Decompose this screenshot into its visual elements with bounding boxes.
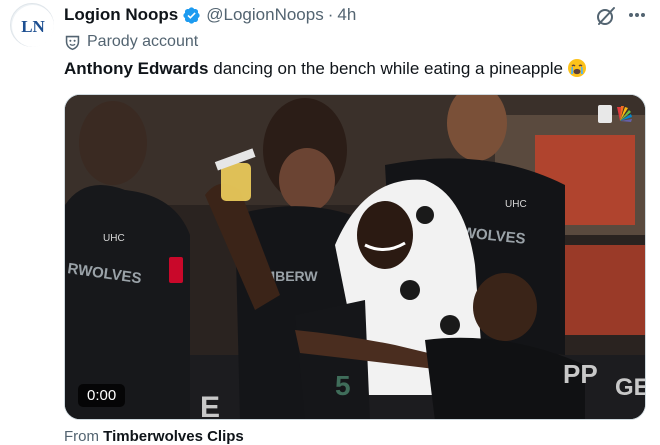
logion-noops-logo-icon: LN (12, 5, 54, 47)
jersey-number: 5 (335, 370, 351, 401)
grok-icon[interactable] (594, 4, 618, 28)
avatar-text: LN (21, 17, 45, 36)
crying-face-icon (567, 59, 586, 77)
video-player[interactable]: UHC RWOLVES TIMBERW UHC ERWOLVES 5 E PP … (64, 94, 646, 420)
banner-left: E (200, 391, 220, 420)
author-handle[interactable]: @LogionNoops (206, 5, 323, 25)
post-text-body: dancing on the bench while eating a pine… (208, 59, 563, 78)
parody-label: Parody account (64, 31, 198, 53)
author-name[interactable]: Logion Noops (64, 5, 178, 25)
video-frame: UHC RWOLVES TIMBERW UHC ERWOLVES 5 E PP … (65, 95, 646, 420)
more-options-icon[interactable] (626, 4, 648, 26)
jersey-sponsor-left: UHC (103, 233, 125, 244)
verified-badge-icon[interactable] (182, 6, 201, 25)
parody-mask-icon (65, 35, 80, 50)
banner-right-2: GE (615, 374, 646, 401)
post-text: Anthony Edwards dancing on the bench whi… (64, 58, 587, 80)
video-duration: 0:00 (78, 384, 126, 407)
post-header: Logion Noops @LogionNoops · 4h (64, 4, 356, 26)
mentioned-player: Anthony Edwards (64, 59, 209, 78)
parody-label-text: Parody account (87, 33, 199, 50)
separator-dot: · (327, 5, 334, 24)
jersey-sponsor-right: UHC (505, 199, 527, 210)
timestamp[interactable]: 4h (337, 5, 356, 25)
avatar[interactable]: LN (10, 3, 54, 47)
banner-right-1: PP (563, 359, 598, 389)
